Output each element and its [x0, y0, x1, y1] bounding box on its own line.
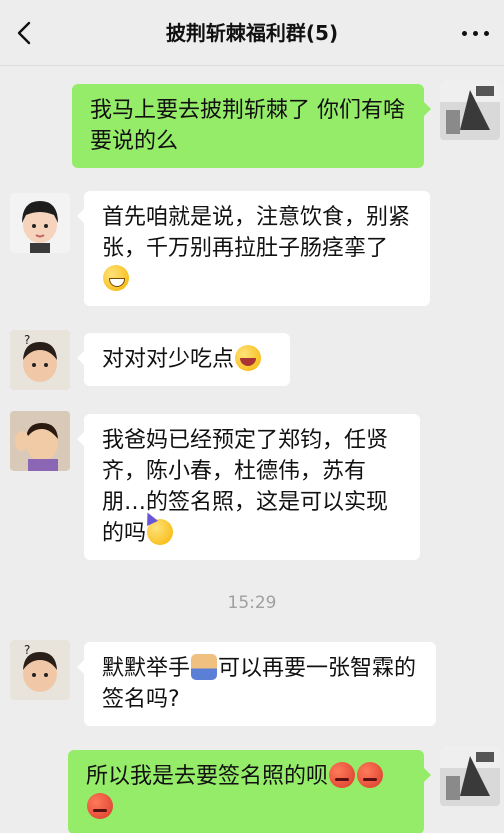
message-bubble[interactable]: 首先咱就是说，注意饮食，别紧张，千万别再拉肚子肠痉挛了	[77, 191, 430, 306]
self-avatar-image	[440, 746, 500, 806]
chevron-left-icon	[17, 21, 31, 45]
message-bubble[interactable]: 我马上要去披荆斩棘了 你们有啥要说的么	[72, 84, 431, 168]
girl-avatar-image	[10, 193, 70, 253]
laugh-tears-emoji	[235, 345, 262, 371]
message-text: 首先咱就是说，注意饮食，别紧张，千万别再拉肚子肠痉挛了	[102, 205, 411, 261]
child-avatar-image: ?	[10, 640, 70, 700]
message-text: 所以我是去要签名照的呗	[86, 764, 329, 789]
angry-face-emoji	[357, 762, 384, 788]
message-bubble[interactable]: 对对对少吃点	[77, 333, 290, 386]
avatar-girl-bangs[interactable]	[10, 193, 70, 253]
message-item: ? 默默举手 可以再要一张智霖的签名吗?	[0, 640, 504, 730]
more-options-button[interactable]	[458, 18, 494, 48]
message-list[interactable]: 我马上要去披荆斩棘了 你们有啥要说的么 首先咱就是说，注意饮食，别紧张，千万别再…	[0, 66, 504, 833]
child-hands-avatar-image	[10, 411, 70, 471]
angry-face-emoji	[87, 793, 113, 819]
message-item: 首先咱就是说，注意饮食，别紧张，千万别再拉肚子肠痉挛了	[0, 191, 504, 311]
message-bubble[interactable]: 所以我是去要签名照的呗	[68, 750, 431, 833]
chat-title: 披荆斩棘福利群(5)	[165, 21, 339, 45]
avatar-child-question[interactable]: ?	[10, 330, 70, 390]
avatar-self[interactable]	[440, 80, 500, 140]
message-text: 我爸妈已经预定了郑钧，任贤齐，陈小春，杜德伟，苏有朋…的签名照，这是可以实现的吗	[102, 428, 389, 546]
svg-text:?: ?	[24, 643, 30, 657]
chat-header: 披荆斩棘福利群(5)	[0, 0, 504, 66]
message-bubble[interactable]: 默默举手 可以再要一张智霖的签名吗?	[77, 642, 436, 726]
message-item: ? 对对对少吃点	[0, 330, 504, 394]
avatar-child-hands[interactable]	[10, 411, 70, 471]
message-item: 我马上要去披荆斩棘了 你们有啥要说的么	[0, 80, 504, 170]
angry-face-emoji	[329, 762, 356, 788]
avatar-child-question[interactable]: ?	[10, 640, 70, 700]
self-avatar-image	[440, 80, 500, 140]
party-face-emoji	[147, 519, 174, 545]
message-bubble[interactable]: 我爸妈已经预定了郑钧，任贤齐，陈小春，杜德伟，苏有朋…的签名照，这是可以实现的吗	[77, 414, 420, 560]
avatar-self[interactable]	[440, 746, 500, 806]
grin-sweat-emoji	[103, 265, 129, 291]
back-button[interactable]	[10, 18, 40, 48]
message-text: 我马上要去披荆斩棘了 你们有啥要说的么	[90, 98, 405, 154]
svg-text:?: ?	[24, 333, 30, 347]
message-timestamp: 15:29	[227, 593, 277, 613]
facepalm-emoji	[191, 654, 218, 680]
message-text-before: 默默举手	[102, 656, 191, 681]
message-item: 我爸妈已经预定了郑钧，任贤齐，陈小春，杜德伟，苏有朋…的签名照，这是可以实现的吗	[0, 411, 504, 561]
child-avatar-image: ?	[10, 330, 70, 390]
message-text: 对对对少吃点	[102, 347, 235, 372]
more-dots-icon	[462, 31, 467, 36]
message-item: 所以我是去要签名照的呗	[0, 746, 504, 833]
